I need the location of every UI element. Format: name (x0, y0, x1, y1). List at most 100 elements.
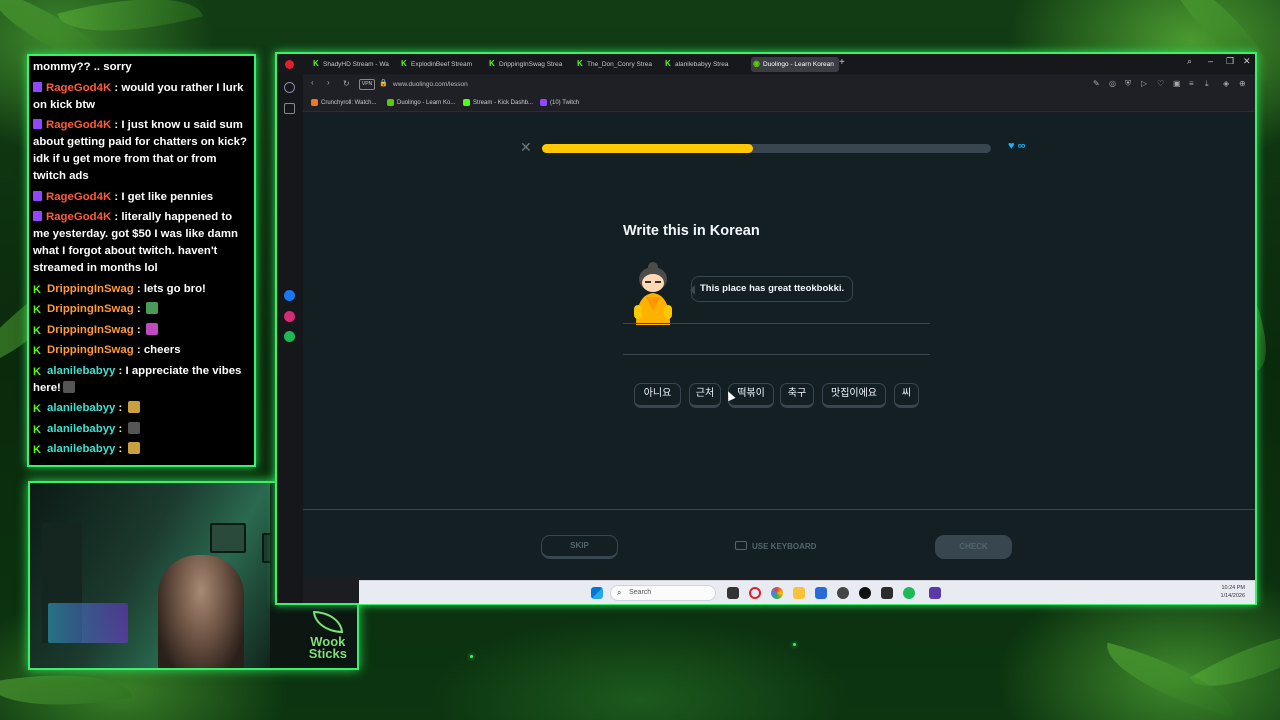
app-icon-2[interactable] (881, 587, 893, 599)
skip-button[interactable]: SKIP (541, 535, 618, 559)
camera-icon[interactable]: ◎ (1109, 79, 1116, 88)
bookmark-item[interactable]: Stream - Kick Dashb... (463, 98, 533, 108)
opera-icon[interactable] (749, 587, 761, 599)
chat-separator: : (111, 119, 122, 131)
browser-tab[interactable]: K DrippingInSwag Strea (487, 57, 572, 72)
word-chip[interactable]: 맛집이에요 (822, 383, 886, 408)
chat-message: K DrippingInSwag : (33, 322, 250, 339)
emote-icon (127, 442, 140, 454)
forward-icon[interactable]: › (327, 78, 330, 87)
chrome-icon[interactable] (771, 587, 783, 599)
download-icon[interactable]: ⤓ (1205, 79, 1209, 89)
chat-message: RageGod4K : literally happened to me yes… (33, 209, 250, 277)
aria-icon[interactable]: ⊕ (1239, 79, 1246, 88)
reload-icon[interactable]: ↻ (343, 79, 350, 88)
stream-chat[interactable]: mommy?? .. sorry RageGod4K : would you ra… (27, 54, 256, 467)
browser-tab-label: DrippingInSwag Strea (499, 61, 563, 68)
vpn-badge[interactable]: VPN (359, 79, 375, 90)
browser-tab[interactable]: K ExplodinBeef Stream (399, 57, 484, 72)
word-chip[interactable]: 씨 (894, 383, 919, 408)
emote-icon (62, 380, 75, 393)
chat-message: K DrippingInSwag : lets go bro! (33, 281, 250, 298)
star-icon[interactable] (284, 103, 295, 114)
browser-tab[interactable]: K ShadyHD Stream - Wa (311, 57, 396, 72)
chat-username[interactable]: RageGod4K (46, 82, 111, 94)
lesson-progress-fill (542, 144, 754, 153)
hearts-counter[interactable]: ♥ ∞ (1008, 140, 1025, 152)
heart-icon[interactable]: ♡ (1157, 79, 1164, 88)
browser-tab[interactable]: Kalanilebabyy Strea (663, 57, 748, 72)
chat-username[interactable]: alanilebabyy (47, 443, 115, 455)
bookmark-item[interactable]: (10) Twitch (540, 98, 579, 108)
maximize-icon[interactable]: ❐ (1226, 56, 1234, 67)
shield-icon[interactable]: ⛨ (1125, 79, 1131, 89)
chat-username[interactable]: RageGod4K (46, 191, 111, 203)
instagram-icon[interactable] (284, 311, 295, 322)
chat-message: RageGod4K : I just know u said sum about… (33, 117, 250, 185)
word-chip[interactable]: 아니요 (634, 383, 681, 408)
twitch-badge-icon (33, 119, 42, 129)
check-button[interactable]: CHECK (935, 535, 1012, 559)
close-window-icon[interactable]: ✕ (1243, 56, 1251, 67)
chat-username[interactable]: RageGod4K (46, 211, 111, 223)
bookmark-label: (10) Twitch (550, 100, 580, 106)
chat-username[interactable]: alanilebabyy (47, 423, 115, 435)
chat-message: RageGod4K : I get like pennies (33, 189, 250, 206)
back-icon[interactable]: ‹ (311, 78, 314, 87)
chat-username[interactable]: The_Don_Conry (47, 464, 135, 466)
taskbar-search[interactable]: ⌕ Search (610, 585, 716, 601)
store-icon[interactable] (815, 587, 827, 599)
system-clock[interactable]: 10:24 PM 1/14/2026 (1221, 584, 1245, 600)
url-field[interactable]: www.duolingo.com/lesson (393, 78, 468, 92)
chat-separator: : (115, 402, 126, 414)
twitch-badge-icon (33, 81, 42, 92)
obs-icon[interactable] (859, 587, 871, 599)
chat-message: K✓alanilebabyy : I appreciate the vibes … (33, 363, 250, 397)
minimize-icon[interactable]: – (1208, 56, 1213, 66)
box-icon[interactable]: ▣ (1173, 79, 1181, 88)
windows-start-icon[interactable] (591, 587, 603, 599)
word-chip[interactable]: 떡볶이 (728, 383, 774, 408)
answer-line (623, 354, 930, 355)
search-tabs-icon[interactable]: ⌕ (1187, 56, 1192, 67)
bookmark-item[interactable]: Duolingo - Learn Ko... (387, 98, 455, 108)
chat-username[interactable]: DrippingInSwag (47, 324, 134, 336)
chat-separator: : (133, 344, 144, 356)
browser-tab[interactable]: ◉ Duolingo - Learn Korean (751, 57, 839, 72)
kick-badge-icon: K (33, 466, 43, 468)
app-icon-3[interactable] (929, 587, 941, 599)
home-icon[interactable] (284, 82, 295, 93)
speech-bubble[interactable]: This place has great tteokbokki. (689, 276, 854, 302)
chat-username[interactable]: DrippingInSwag (47, 303, 134, 315)
menu-icon[interactable]: ≡ (1189, 79, 1194, 88)
kick-badge-icon: K (33, 365, 41, 378)
spotify-taskbar-icon[interactable] (903, 587, 915, 599)
chat-separator: : (133, 282, 144, 295)
edit-icon[interactable]: ✎ (1093, 79, 1100, 88)
word-chip[interactable]: 축구 (780, 383, 814, 408)
lesson-footer: SKIP USE KEYBOARD CHECK (303, 509, 1255, 577)
ai-icon[interactable]: ◈ (1223, 79, 1229, 88)
close-lesson-button[interactable]: ✕ (520, 139, 532, 156)
chat-username[interactable]: DrippingInSwag (47, 283, 134, 295)
browser-tab[interactable]: K The_Don_Conry Strea (575, 57, 660, 72)
chat-username[interactable]: RageGod4K (46, 119, 111, 131)
chat-message: K✓alanilebabyy : (33, 441, 250, 458)
spotify-icon[interactable] (284, 331, 295, 342)
taskview-icon[interactable] (727, 587, 739, 599)
browser-tab-label: Duolingo - Learn Korean (763, 61, 834, 68)
opera-logo-icon[interactable] (285, 60, 294, 69)
new-tab-button[interactable]: + (839, 57, 845, 68)
app-icon[interactable] (837, 587, 849, 599)
play-icon[interactable]: ▷ (1141, 79, 1147, 88)
chat-username[interactable]: alanilebabyy (47, 365, 115, 377)
bookmark-item[interactable]: Crunchyroll: Watch... (311, 98, 376, 108)
logo-text-line2: Sticks (308, 646, 347, 661)
messenger-icon[interactable] (284, 290, 295, 301)
chat-username[interactable]: alanilebabyy (47, 402, 115, 414)
use-keyboard-button[interactable]: USE KEYBOARD (735, 541, 816, 551)
chat-separator: : (115, 364, 126, 377)
word-chip[interactable]: 근처 (689, 383, 721, 408)
file-explorer-icon[interactable] (793, 587, 805, 599)
chat-username[interactable]: DrippingInSwag (47, 344, 134, 356)
